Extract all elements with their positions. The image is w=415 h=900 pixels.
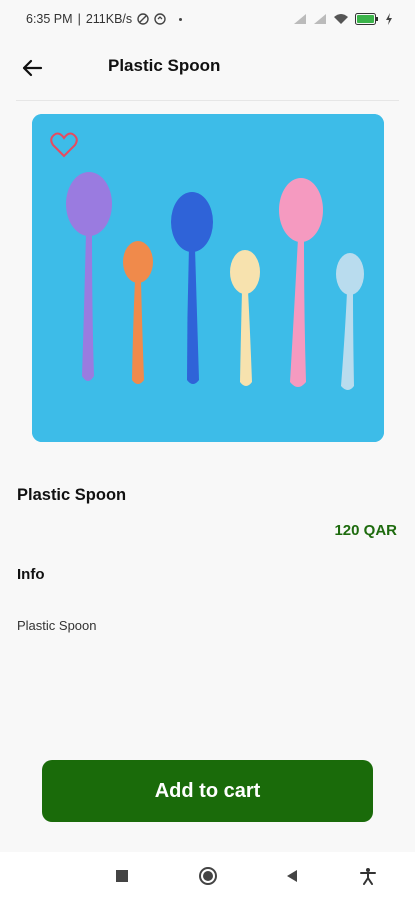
add-to-cart-button[interactable]: Add to cart	[42, 760, 373, 822]
favorite-button[interactable]	[50, 132, 78, 158]
accessibility-icon	[360, 868, 376, 885]
product-price: 120 QAR	[334, 522, 397, 539]
product-name: Plastic Spoon	[17, 486, 127, 504]
system-nav-bar	[0, 852, 415, 900]
notification-dot	[179, 17, 183, 21]
spoons-illustration	[32, 114, 384, 442]
data-saver-icon	[137, 13, 149, 25]
sync-icon	[154, 13, 166, 25]
arrow-left-icon	[22, 59, 43, 77]
square-icon	[116, 870, 128, 882]
triangle-back-icon	[287, 870, 297, 882]
header-divider	[16, 100, 399, 101]
signal-icon	[294, 14, 306, 24]
circle-icon	[199, 867, 217, 885]
battery-icon	[355, 13, 378, 25]
recents-button[interactable]	[110, 864, 134, 888]
page-title: Plastic Spoon	[108, 56, 221, 75]
signal-icon	[314, 14, 326, 24]
status-bar: 6:35 PM | 211KB/s	[0, 0, 415, 38]
status-time: 6:35 PM	[26, 12, 73, 26]
network-speed: 211KB/s	[85, 12, 133, 26]
status-separator: |	[77, 12, 81, 26]
heart-outline-icon	[50, 132, 78, 158]
product-image	[32, 114, 384, 442]
info-text: Plastic Spoon	[17, 618, 97, 633]
product-detail-screen: 6:35 PM | 211KB/s Plastic Spoon Plastic …	[0, 0, 415, 900]
back-nav-button[interactable]	[280, 864, 304, 888]
back-button[interactable]	[18, 54, 46, 82]
status-right	[293, 13, 393, 25]
wifi-icon	[334, 14, 348, 24]
charging-icon	[386, 13, 392, 25]
status-left: 6:35 PM | 211KB/s	[26, 12, 183, 26]
home-button[interactable]	[196, 864, 220, 888]
info-heading: Info	[17, 566, 45, 583]
accessibility-button[interactable]	[356, 864, 380, 888]
app-bar: Plastic Spoon	[0, 38, 415, 98]
